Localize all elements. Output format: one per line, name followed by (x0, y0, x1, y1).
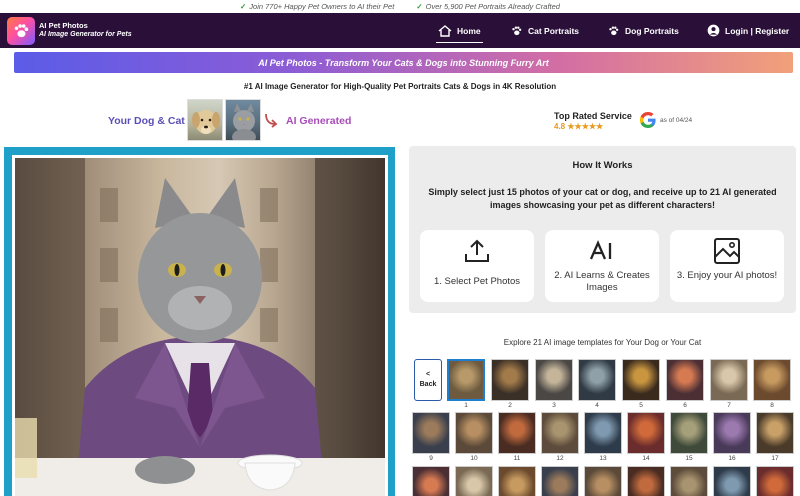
template-number: 1 (464, 402, 468, 409)
template-number: 12 (556, 455, 564, 462)
step-label: 2. AI Learns & Creates Images (554, 270, 650, 293)
cat-photo-thumbnail (225, 99, 261, 141)
template-thumbnail[interactable] (670, 412, 708, 454)
template-thumbnail[interactable] (498, 412, 536, 454)
ai-icon (545, 234, 659, 268)
nav-home[interactable]: Home (436, 13, 483, 48)
template-thumbnail[interactable] (584, 412, 622, 454)
template-thumbnail[interactable] (491, 359, 529, 401)
template-thumbnail[interactable] (498, 466, 536, 496)
brand-subtitle: AI Image Generator for Pets (39, 31, 132, 38)
template-number: 13 (599, 455, 607, 462)
curved-arrow-icon (263, 112, 279, 134)
template-thumbnail[interactable] (670, 466, 708, 496)
back-button[interactable]: < Back (414, 359, 442, 401)
template-thumbnail[interactable] (756, 466, 794, 496)
template-thumbnail[interactable] (535, 359, 573, 401)
hero-banner: AI Pet Photos - Transform Your Cats & Do… (14, 52, 793, 73)
paw-icon (512, 26, 522, 35)
template-thumbnail[interactable] (541, 466, 579, 496)
template-thumbnail[interactable] (455, 412, 493, 454)
template-thumbnail[interactable] (455, 466, 493, 496)
template-number: 2 (508, 402, 512, 409)
brand-title: AI Pet Photos (39, 21, 88, 30)
how-it-works-description: Simply select just 15 photos of your cat… (428, 187, 777, 210)
top-navbar: AI Pet Photos AI Image Generator for Pet… (0, 13, 800, 48)
check-icon: ✓ (416, 2, 423, 11)
template-number: 14 (642, 455, 650, 462)
rating-block: Top Rated Service 4.8 ★★★★★ (554, 111, 632, 131)
template-thumbnail[interactable] (541, 412, 579, 454)
your-dog-cat-label: Your Dog & Cat (108, 115, 185, 127)
nav-cat-label: Cat Portraits (528, 25, 580, 36)
featured-portrait-frame (4, 147, 395, 496)
nav-login-label: Login | Register (725, 25, 790, 36)
template-number: 17 (771, 455, 779, 462)
nav-login[interactable]: Login | Register (707, 13, 789, 48)
template-thumbnail[interactable] (578, 359, 616, 401)
ai-generated-label: AI Generated (286, 115, 352, 127)
template-number: 15 (685, 455, 693, 462)
how-it-works-title: How It Works (572, 160, 633, 171)
announcement-text: Join 770+ Happy Pet Owners to AI their P… (249, 2, 395, 11)
template-thumbnail[interactable] (627, 412, 665, 454)
template-number: 11 (513, 455, 521, 462)
brand[interactable]: AI Pet Photos AI Image Generator for Pet… (39, 21, 132, 39)
template-thumbnail[interactable] (412, 412, 450, 454)
announcement-item: ✓ Over 5,900 Pet Portraits Already Crafte… (416, 0, 560, 13)
template-number: 8 (770, 402, 774, 409)
template-number: 16 (728, 455, 736, 462)
back-label: Back (419, 381, 437, 388)
upload-icon (420, 234, 534, 268)
rating-date: as of 04/24 (660, 117, 693, 124)
step-label: 3. Enjoy your AI photos! (676, 270, 778, 281)
template-number: 6 (683, 402, 687, 409)
announcement-strip: ✓ Join 770+ Happy Pet Owners to AI their … (0, 0, 800, 13)
paw-logo-icon[interactable] (7, 17, 35, 45)
template-number: 4 (595, 402, 599, 409)
rating-score: 4.8 ★★★★★ (554, 122, 604, 131)
step-card-enjoy: 3. Enjoy your AI photos! (670, 230, 784, 302)
chevron-left-icon: < (425, 371, 431, 378)
template-number: 10 (470, 455, 478, 462)
template-thumbnail[interactable] (753, 359, 791, 401)
subheading: #1 AI Image Generator for High-Quality P… (243, 82, 557, 91)
templates-heading: Explore 21 AI image templates for Your D… (503, 338, 702, 347)
template-thumbnail[interactable] (412, 466, 450, 496)
template-thumbnail[interactable] (756, 412, 794, 454)
nav-home-label: Home (457, 25, 481, 36)
step-card-ai: 2. AI Learns & Creates Images (545, 230, 659, 302)
template-thumbnail[interactable] (710, 359, 748, 401)
template-number: 7 (727, 402, 731, 409)
nav-cat-portraits[interactable]: Cat Portraits (510, 13, 579, 48)
how-it-works-panel: How It Works Simply select just 15 photo… (409, 146, 796, 313)
template-number: 9 (429, 455, 433, 462)
banner-text: AI Pet Photos - Transform Your Cats & Do… (258, 57, 549, 68)
template-number: 3 (552, 402, 556, 409)
template-thumbnail[interactable] (713, 466, 751, 496)
step-card-select: 1. Select Pet Photos (420, 230, 534, 302)
nav-dog-label: Dog Portraits (625, 25, 679, 36)
home-icon (438, 24, 452, 37)
nav-dog-portraits[interactable]: Dog Portraits (607, 13, 679, 48)
announcement-item: ✓ Join 770+ Happy Pet Owners to AI their … (240, 0, 394, 13)
dog-photo-thumbnail (187, 99, 223, 141)
template-thumbnail[interactable] (584, 466, 622, 496)
google-logo-icon (639, 112, 656, 128)
rating-title: Top Rated Service (554, 111, 632, 121)
template-thumbnail[interactable] (627, 466, 665, 496)
announcement-text: Over 5,900 Pet Portraits Already Crafted (425, 2, 560, 11)
template-thumbnail[interactable] (666, 359, 704, 401)
template-thumbnail[interactable] (622, 359, 660, 401)
template-thumbnail[interactable] (713, 412, 751, 454)
cat-in-suit-illustration (15, 158, 385, 496)
paw-icon (609, 26, 619, 35)
user-icon (707, 24, 720, 37)
check-icon: ✓ (240, 2, 247, 11)
template-thumbnail[interactable] (447, 359, 485, 401)
step-label: 1. Select Pet Photos (433, 276, 521, 287)
featured-portrait[interactable] (12, 155, 388, 496)
image-icon (670, 234, 784, 268)
template-number: 5 (639, 402, 643, 409)
